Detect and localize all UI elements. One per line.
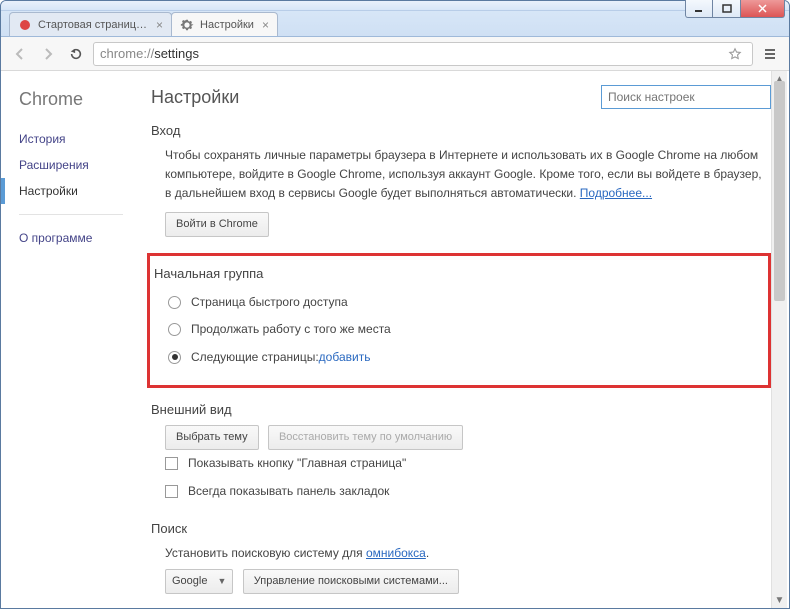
back-button[interactable] bbox=[9, 43, 31, 65]
section-body: Установить поисковую систему для омнибок… bbox=[151, 544, 771, 595]
settings-sidebar: Chrome История Расширения Настройки О пр… bbox=[1, 71, 141, 608]
section-signin: Вход Чтобы сохранять личные параметры бр… bbox=[151, 123, 771, 237]
sidebar-divider bbox=[19, 214, 123, 215]
sidebar-item-extensions[interactable]: Расширения bbox=[19, 152, 141, 178]
tab-label: Стартовая страница: что bbox=[38, 19, 148, 31]
radio-label: Страница быстрого доступа bbox=[191, 293, 348, 312]
signin-button[interactable]: Войти в Chrome bbox=[165, 212, 269, 238]
window-controls bbox=[685, 0, 785, 18]
manage-search-engines-button[interactable]: Управление поисковыми системами... bbox=[243, 569, 459, 595]
search-description: Установить поисковую систему для bbox=[165, 546, 366, 560]
radio-icon bbox=[168, 351, 181, 364]
radio-icon bbox=[168, 323, 181, 336]
section-startup: Начальная группа Страница быстрого досту… bbox=[150, 266, 754, 371]
section-title: Вход bbox=[151, 123, 771, 138]
reset-theme-button[interactable]: Восстановить тему по умолчанию bbox=[268, 425, 463, 451]
learn-more-link[interactable]: Подробнее... bbox=[580, 186, 652, 200]
radio-row-continue[interactable]: Продолжать работу с того же места bbox=[168, 316, 754, 343]
checkbox-label: Всегда показывать панель закладок bbox=[188, 482, 389, 501]
forward-button[interactable] bbox=[37, 43, 59, 65]
menu-button[interactable] bbox=[759, 43, 781, 65]
maximize-button[interactable] bbox=[713, 0, 741, 18]
sidebar-item-history[interactable]: История bbox=[19, 126, 141, 152]
tab-settings[interactable]: Настройки × bbox=[171, 12, 278, 36]
content-area: Chrome История Расширения Настройки О пр… bbox=[1, 71, 789, 608]
url-scheme: chrome:// bbox=[100, 46, 154, 61]
bookmark-star-icon[interactable] bbox=[724, 43, 746, 65]
radio-label: Продолжать работу с того же места bbox=[191, 320, 391, 339]
app-window: Стартовая страница: что × Настройки × ch… bbox=[0, 0, 790, 609]
favicon-red-icon bbox=[18, 18, 32, 32]
choose-theme-button[interactable]: Выбрать тему bbox=[165, 425, 259, 451]
scroll-thumb[interactable] bbox=[774, 81, 785, 301]
vertical-scrollbar[interactable]: ▲ ▼ bbox=[771, 71, 787, 608]
section-title: Внешний вид bbox=[151, 402, 771, 417]
checkbox-row-bookmarks-bar[interactable]: Всегда показывать панель закладок bbox=[165, 478, 771, 505]
search-settings-input[interactable] bbox=[601, 85, 771, 109]
section-search: Поиск Установить поисковую систему для о… bbox=[151, 521, 771, 595]
section-body: Чтобы сохранять личные параметры браузер… bbox=[151, 146, 771, 237]
section-title: Начальная группа bbox=[154, 266, 754, 281]
checkbox-icon bbox=[165, 457, 178, 470]
reload-button[interactable] bbox=[65, 43, 87, 65]
select-value: Google bbox=[172, 573, 207, 591]
radio-row-pages[interactable]: Следующие страницы: добавить bbox=[168, 344, 754, 371]
chrome-brand: Chrome bbox=[19, 89, 141, 110]
checkbox-label: Показывать кнопку "Главная страница" bbox=[188, 454, 406, 473]
close-button[interactable] bbox=[741, 0, 785, 18]
chevron-down-icon: ▼ bbox=[217, 574, 226, 588]
search-engine-select[interactable]: Google ▼ bbox=[165, 569, 233, 595]
sidebar-item-settings[interactable]: Настройки bbox=[1, 178, 141, 204]
highlight-startup-section: Начальная группа Страница быстрого досту… bbox=[147, 253, 771, 388]
tab-strip: Стартовая страница: что × Настройки × bbox=[1, 11, 789, 37]
checkbox-row-home-button[interactable]: Показывать кнопку "Главная страница" bbox=[165, 450, 771, 477]
scroll-down-icon[interactable]: ▼ bbox=[772, 592, 787, 608]
section-body: Выбрать тему Восстановить тему по умолча… bbox=[151, 425, 771, 505]
section-body: Страница быстрого доступа Продолжать раб… bbox=[154, 289, 754, 371]
section-appearance: Внешний вид Выбрать тему Восстановить те… bbox=[151, 402, 771, 505]
radio-row-ntp[interactable]: Страница быстрого доступа bbox=[168, 289, 754, 316]
tab-close-icon[interactable]: × bbox=[156, 18, 163, 32]
sidebar-item-about[interactable]: О программе bbox=[19, 225, 141, 251]
tab-startpage[interactable]: Стартовая страница: что × bbox=[9, 12, 172, 36]
checkbox-icon bbox=[165, 485, 178, 498]
minimize-button[interactable] bbox=[685, 0, 713, 18]
settings-main: Настройки Вход Чтобы сохранять личные па… bbox=[141, 71, 789, 608]
toolbar: chrome://settings bbox=[1, 37, 789, 71]
omnibox-link[interactable]: омнибокса bbox=[366, 546, 426, 560]
tab-label: Настройки bbox=[200, 19, 254, 31]
main-header: Настройки bbox=[151, 85, 771, 109]
add-pages-link[interactable]: добавить bbox=[319, 348, 371, 367]
tab-close-icon[interactable]: × bbox=[262, 18, 269, 32]
radio-icon bbox=[168, 296, 181, 309]
radio-label: Следующие страницы: bbox=[191, 348, 319, 367]
address-bar[interactable]: chrome://settings bbox=[93, 42, 753, 66]
titlebar bbox=[1, 1, 789, 11]
url-path: settings bbox=[154, 46, 199, 61]
signin-description: Чтобы сохранять личные параметры браузер… bbox=[165, 148, 762, 200]
gear-icon bbox=[180, 18, 194, 32]
section-title: Поиск bbox=[151, 521, 771, 536]
page-title: Настройки bbox=[151, 87, 239, 108]
